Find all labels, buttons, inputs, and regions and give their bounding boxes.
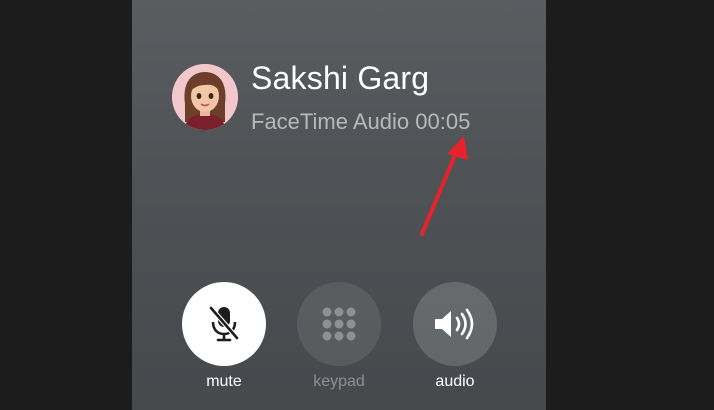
keypad-button[interactable] — [297, 282, 381, 366]
caller-name: Sakshi Garg — [251, 60, 430, 96]
annotation-arrow-icon — [420, 136, 468, 236]
audio-label: audio — [435, 373, 475, 390]
audio-button[interactable] — [413, 282, 497, 366]
left-background — [0, 0, 132, 410]
mute-button[interactable] — [182, 282, 266, 366]
call-screen: Sakshi Garg FaceTime Audio 00:05 mute ke… — [132, 0, 546, 410]
right-background — [546, 0, 714, 410]
caller-avatar — [172, 64, 238, 130]
call-type: FaceTime Audio — [251, 109, 410, 134]
speaker-icon — [435, 308, 474, 340]
mute-label: mute — [206, 373, 242, 390]
memoji-avatar-icon — [172, 64, 238, 130]
mic-slash-icon — [209, 306, 239, 342]
keypad-label: keypad — [313, 373, 365, 390]
keypad-icon — [322, 307, 356, 341]
